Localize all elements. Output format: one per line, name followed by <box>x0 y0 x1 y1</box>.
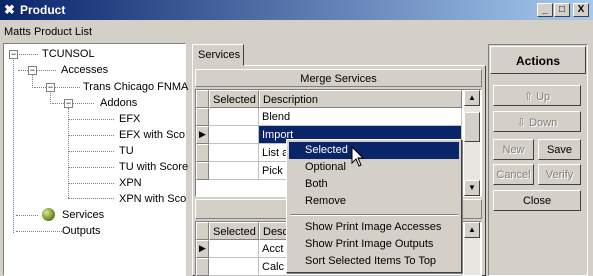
tree-line <box>16 231 62 232</box>
context-menu: Selected Optional Both Remove Show Print… <box>286 139 462 273</box>
menu-item-optional[interactable]: Optional <box>289 159 459 176</box>
menu-item-show-print-image-accesses[interactable]: Show Print Image Accesses <box>289 219 459 236</box>
menu-separator <box>290 214 458 216</box>
selected-cell[interactable] <box>209 126 259 144</box>
row-selector[interactable] <box>196 258 209 276</box>
up-arrow-icon: ⇧ <box>523 91 534 103</box>
tree-line <box>68 198 114 199</box>
tree-line <box>68 151 114 152</box>
tree-line <box>18 70 56 71</box>
actions-panel <box>488 44 588 276</box>
selected-cell[interactable] <box>209 240 259 258</box>
minimize-button[interactable]: _ <box>537 3 553 17</box>
save-button[interactable]: Save <box>538 139 581 160</box>
tree-node-access-item[interactable]: Trans Chicago FNMA <box>83 81 188 93</box>
tree-line <box>16 54 38 55</box>
menu-item-selected[interactable]: Selected <box>289 142 459 159</box>
down-button[interactable]: ⇩ Down <box>493 111 581 132</box>
title-bar: ✖ Product _ □ X <box>0 0 593 20</box>
tree-node-outputs[interactable]: Outputs <box>62 225 101 237</box>
column-header-selected[interactable]: Selected <box>209 222 259 240</box>
tree-line <box>52 103 94 104</box>
collapse-icon[interactable]: − <box>28 66 37 75</box>
tree-line <box>68 119 114 120</box>
tree-node-addon[interactable]: XPN with Sco <box>119 193 186 205</box>
services-ball-icon <box>42 208 55 221</box>
menu-item-sort-selected-to-top[interactable]: Sort Selected Items To Top <box>289 253 459 270</box>
mouse-cursor-icon <box>351 146 365 167</box>
collapse-icon[interactable]: − <box>64 99 73 108</box>
product-tree[interactable]: − TCUNSOL − Accesses − Trans Chicago FNM… <box>3 43 188 276</box>
menu-item-remove[interactable]: Remove <box>289 193 459 210</box>
selected-cell[interactable] <box>209 162 259 180</box>
down-arrow-icon: ⇩ <box>516 117 527 129</box>
column-header-selected[interactable]: Selected <box>209 90 259 108</box>
column-header-description[interactable]: Description <box>259 90 462 108</box>
tree-line <box>68 167 114 168</box>
tree-node-addon[interactable]: TU with Score <box>119 161 188 173</box>
row-selector[interactable] <box>196 108 209 126</box>
actions-title: Actions <box>490 46 586 74</box>
breadcrumb: Matts Product List <box>4 26 93 38</box>
tree-line <box>34 87 80 88</box>
cancel-button[interactable]: Cancel <box>493 164 534 185</box>
row-pointer-icon[interactable]: ▶ <box>196 240 209 258</box>
up-button[interactable]: ⇧ Up <box>493 85 581 106</box>
tree-node-accesses[interactable]: Accesses <box>61 64 108 76</box>
down-label: Down <box>529 117 558 129</box>
merge-services-header: Merge Services <box>195 69 482 87</box>
vertical-scrollbar[interactable]: ▲ <box>464 222 480 275</box>
vertical-scrollbar[interactable]: ▲ ▼ <box>464 90 480 196</box>
selected-cell[interactable] <box>209 258 259 276</box>
tree-line <box>13 58 14 233</box>
tree-line <box>50 90 51 104</box>
maximize-button[interactable]: □ <box>554 3 570 17</box>
row-header-corner <box>196 222 209 240</box>
scroll-down-icon[interactable]: ▼ <box>464 180 480 196</box>
close-window-button[interactable]: X <box>573 3 589 17</box>
app-icon: ✖ <box>4 2 15 17</box>
row-selector[interactable] <box>196 144 209 162</box>
row-selector[interactable] <box>196 162 209 180</box>
selected-cell[interactable] <box>209 108 259 126</box>
menu-item-both[interactable]: Both <box>289 176 459 193</box>
collapse-icon[interactable]: − <box>9 50 18 59</box>
collapse-icon[interactable]: − <box>46 83 55 92</box>
tree-node-addon[interactable]: EFX with Sco <box>119 129 185 141</box>
tree-node-services[interactable]: Services <box>62 209 104 221</box>
tree-line <box>68 108 69 198</box>
window-title: Product <box>20 3 66 17</box>
selected-cell[interactable] <box>209 144 259 162</box>
tree-node-addon[interactable]: EFX <box>119 113 140 125</box>
tree-line <box>32 74 33 88</box>
tree-line <box>68 135 114 136</box>
scroll-thumb[interactable] <box>464 112 480 142</box>
row-header-corner <box>196 90 209 108</box>
tree-node-addon[interactable]: TU <box>119 145 134 157</box>
menu-item-show-print-image-outputs[interactable]: Show Print Image Outputs <box>289 236 459 253</box>
tree-node-addon[interactable]: XPN <box>119 177 142 189</box>
description-cell[interactable]: Blend <box>259 108 462 126</box>
row-pointer-icon[interactable]: ▶ <box>196 126 209 144</box>
tree-node-addons[interactable]: Addons <box>100 97 137 109</box>
tree-line <box>16 215 38 216</box>
tree-line <box>68 183 114 184</box>
table-row[interactable]: Blend <box>196 108 481 126</box>
verify-button[interactable]: Verify <box>538 164 581 185</box>
new-button[interactable]: New <box>493 139 534 160</box>
scroll-up-icon[interactable]: ▲ <box>464 222 480 238</box>
scroll-up-icon[interactable]: ▲ <box>464 90 480 106</box>
close-button[interactable]: Close <box>493 190 581 211</box>
tree-node-root[interactable]: TCUNSOL <box>42 48 95 60</box>
tab-services[interactable]: Services <box>192 44 244 66</box>
up-label: Up <box>536 91 551 103</box>
